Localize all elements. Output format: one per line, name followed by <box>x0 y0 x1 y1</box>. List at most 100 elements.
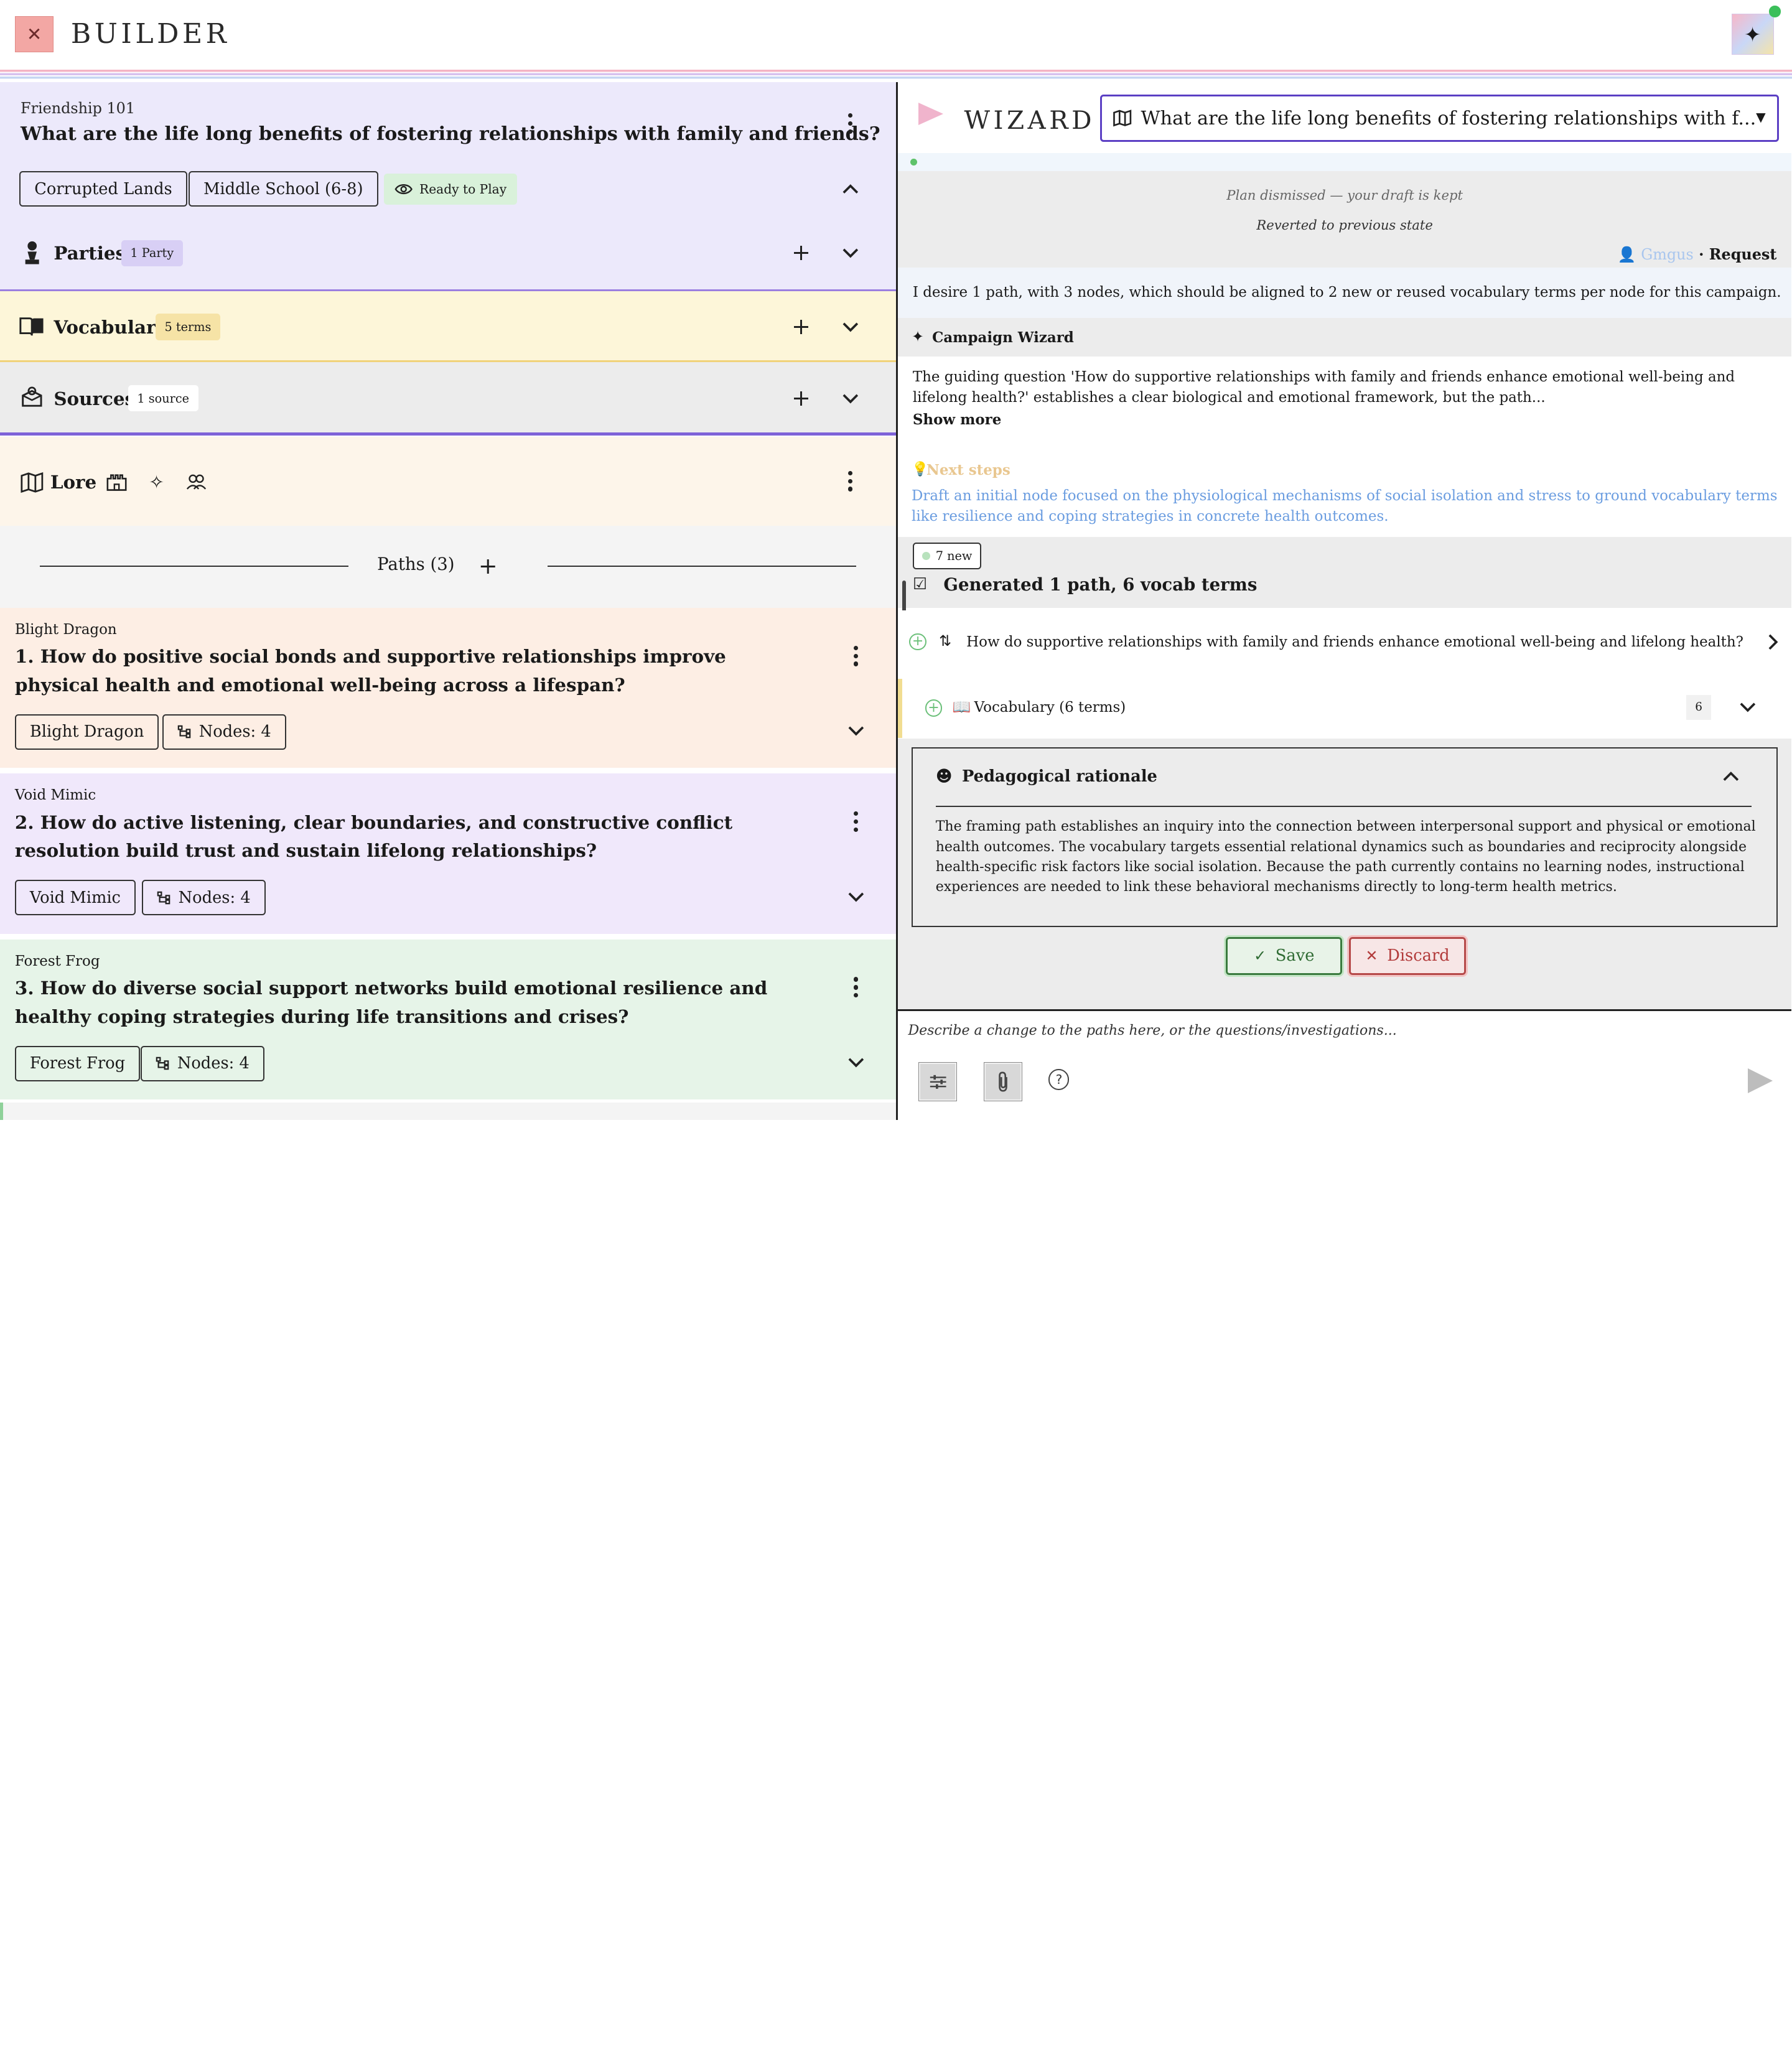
add-vocabulary-icon[interactable]: + <box>790 313 813 340</box>
tree-icon <box>156 1056 169 1070</box>
request-label: · Request <box>1693 245 1777 263</box>
rationale-title: Pedagogical rationale <box>961 767 1157 786</box>
assistant-header: ✦ Campaign Wizard <box>897 317 1792 357</box>
expand-vocabulary-icon[interactable] <box>839 316 862 339</box>
chevron-down-icon: ▼ <box>1756 109 1766 124</box>
add-path-icon[interactable]: + <box>477 553 500 579</box>
section-label-vocabulary: Vocabulary <box>54 316 167 338</box>
user-message-text: I desire 1 path, with 3 nodes, which sho… <box>912 284 1781 301</box>
path-question: 1. How do positive social bonds and supp… <box>14 645 726 696</box>
status-dot <box>910 159 918 166</box>
campaign-tag-world[interactable]: Corrupted Lands <box>19 171 187 207</box>
divider <box>547 566 856 567</box>
header-stripes <box>0 70 1792 82</box>
section-label-lore[interactable]: Lore <box>50 471 96 493</box>
sparkles-icon[interactable]: ✧ <box>143 469 170 496</box>
save-button[interactable]: ✓ Save <box>1224 935 1345 977</box>
close-icon[interactable]: ✕ <box>14 16 54 53</box>
nodes-count: Nodes: 4 <box>177 1054 250 1073</box>
expand-path-icon[interactable] <box>844 720 867 743</box>
add-source-icon[interactable]: + <box>790 385 813 411</box>
system-message: Reverted to previous state <box>1256 217 1433 233</box>
vocab-count: 6 <box>1686 694 1712 721</box>
section-sources[interactable]: Sources 1 source + <box>0 362 896 436</box>
message-composer: ? <box>897 1009 1792 1120</box>
path-tag-nodes[interactable]: Nodes: 4 <box>141 880 266 916</box>
next-steps-text[interactable]: Draft an initial node focused on the phy… <box>912 486 1780 527</box>
path-owner: Void Mimic <box>14 787 96 804</box>
generated-vocab-label: Vocabulary (6 terms) <box>974 699 1126 716</box>
collapse-rationale-icon[interactable] <box>1720 765 1743 788</box>
collapse-campaign-icon[interactable] <box>839 177 862 200</box>
brain-icon: ☻ <box>935 767 953 786</box>
path-card-2[interactable]: Void Mimic 2. How do active listening, c… <box>0 773 896 934</box>
next-steps: 💡 Next steps Draft an initial node focus… <box>897 452 1792 538</box>
assistant-message: The guiding question 'How do supportive … <box>897 357 1792 446</box>
divider <box>935 806 1752 807</box>
generated-title: Generated 1 path, 6 vocab terms <box>943 574 1258 595</box>
expand-path-icon[interactable] <box>844 1052 867 1075</box>
people-icon[interactable] <box>183 469 210 496</box>
campaign-header: Friendship 101 What are the life long be… <box>0 82 896 291</box>
path-menu-icon[interactable] <box>844 642 867 669</box>
expand-path-icon[interactable] <box>844 885 867 908</box>
add-circle-icon[interactable]: + <box>909 633 926 651</box>
path-tag-nodes[interactable]: Nodes: 4 <box>140 1045 264 1081</box>
new-items-badge: 7 new <box>912 543 982 569</box>
sources-count-badge: 1 source <box>128 385 198 412</box>
generated-path-row[interactable]: + ⇅ How do supportive relationships with… <box>897 610 1792 674</box>
path-menu-icon[interactable] <box>844 808 867 836</box>
path-tag-party[interactable]: Void Mimic <box>14 880 136 916</box>
generated-vocab-row[interactable]: + 📖 Vocabulary (6 terms) 6 <box>897 678 1792 739</box>
section-label-parties: Parties <box>54 242 126 264</box>
builder-panel: Friendship 101 What are the life long be… <box>0 82 896 1120</box>
help-icon[interactable]: ? <box>1048 1069 1070 1090</box>
path-menu-icon[interactable] <box>844 974 867 1001</box>
section-label-sources: Sources <box>54 387 136 409</box>
path-tag-party[interactable]: Forest Frog <box>14 1045 141 1081</box>
next-path-peek <box>0 1103 896 1120</box>
lore-menu-icon[interactable] <box>839 467 862 495</box>
rationale-text: The framing path establishes an inquiry … <box>935 819 1756 895</box>
tree-icon <box>177 725 191 739</box>
sliders-icon[interactable] <box>918 1062 958 1101</box>
app-brand: BUILDER <box>70 18 230 50</box>
expand-sources-icon[interactable] <box>839 388 862 411</box>
question-select[interactable]: What are the life long benefits of foste… <box>1100 95 1780 142</box>
system-message: Plan dismissed — your draft is kept <box>1226 187 1463 203</box>
discard-label: Discard <box>1387 946 1450 966</box>
campaign-tag-grade[interactable]: Middle School (6-8) <box>189 171 378 207</box>
discard-button[interactable]: ✕ Discard <box>1347 935 1468 977</box>
map-icon[interactable] <box>18 469 45 496</box>
add-party-icon[interactable]: + <box>790 239 813 266</box>
wizard-status-bar <box>897 153 1792 172</box>
section-vocabulary[interactable]: Vocabulary 5 terms + <box>0 289 896 363</box>
request-user: 👤 Gmgus <box>1617 245 1694 263</box>
campaign-menu-icon[interactable] <box>839 110 862 137</box>
save-label: Save <box>1275 946 1315 966</box>
rationale-area: ☻ Pedagogical rationale The framing path… <box>897 738 1792 1009</box>
rationale-card: ☻ Pedagogical rationale The framing path… <box>912 747 1778 927</box>
paths-label: Paths (3) <box>377 554 455 574</box>
send-icon[interactable] <box>1748 1068 1773 1093</box>
path-owner: Blight Dragon <box>14 622 117 638</box>
paperclip-icon[interactable] <box>983 1062 1023 1101</box>
castle-icon[interactable] <box>103 469 130 496</box>
generated-path-text: How do supportive relationships with fam… <box>966 634 1743 651</box>
chevron-right-icon[interactable] <box>1762 631 1785 654</box>
show-more-link[interactable]: Show more <box>913 411 1002 428</box>
expand-parties-icon[interactable] <box>839 242 862 265</box>
checklist-icon: ☑ <box>912 574 927 594</box>
book-icon: 📖 <box>952 698 971 716</box>
status-label: Ready to Play <box>419 181 507 197</box>
path-tag-party[interactable]: Blight Dragon <box>14 714 159 750</box>
sparkle-icon[interactable]: ✦ <box>1731 14 1774 55</box>
divider <box>40 566 349 567</box>
add-circle-icon[interactable]: + <box>925 699 943 717</box>
path-tag-nodes[interactable]: Nodes: 4 <box>162 714 286 750</box>
message-input[interactable] <box>908 1017 1777 1043</box>
path-card-1[interactable]: Blight Dragon 1. How do positive social … <box>0 608 896 768</box>
chevron-down-icon[interactable] <box>1737 696 1760 719</box>
path-card-3[interactable]: Forest Frog 3. How do diverse social sup… <box>0 939 896 1099</box>
nodes-count: Nodes: 4 <box>198 722 271 742</box>
